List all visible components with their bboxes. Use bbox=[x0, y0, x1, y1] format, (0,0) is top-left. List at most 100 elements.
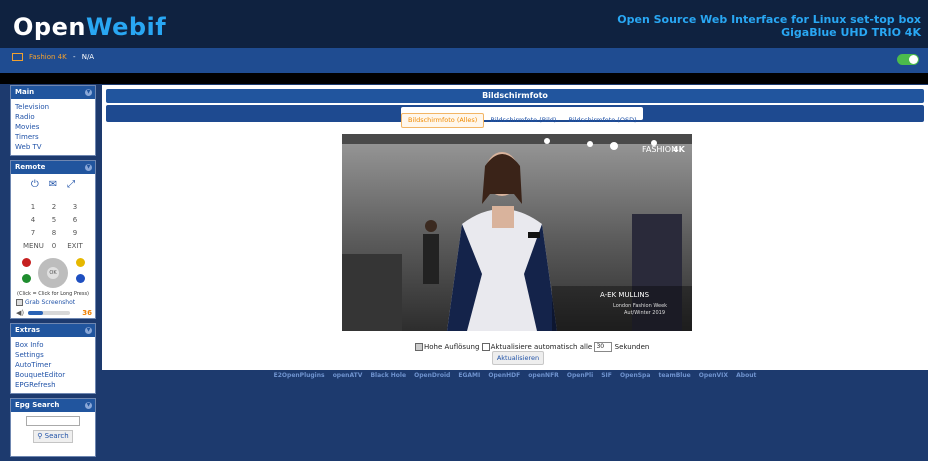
sidebar-item-settings[interactable]: Settings bbox=[15, 350, 91, 360]
key-4[interactable]: 4 bbox=[23, 215, 43, 226]
caption-season: Aut/Winter 2019 bbox=[624, 310, 665, 316]
remote-panel-title: Remote bbox=[15, 163, 46, 171]
stage-light bbox=[544, 138, 550, 144]
key-5[interactable]: 5 bbox=[44, 215, 64, 226]
tab-bar: Bildschirmfoto (Alles) Bildschirmfoto (Bi… bbox=[106, 105, 924, 128]
high-res-checkbox[interactable] bbox=[415, 343, 423, 351]
key-2[interactable]: 2 bbox=[44, 202, 64, 213]
volume-fill bbox=[28, 311, 44, 315]
key-8[interactable]: 8 bbox=[44, 228, 64, 239]
footer-link-blackhole[interactable]: Black Hole bbox=[370, 372, 406, 379]
refresh-button[interactable]: Aktualisieren bbox=[492, 351, 544, 365]
auto-refresh-label: Aktualisiere automatisch alle bbox=[490, 343, 593, 351]
theme-toggle[interactable] bbox=[897, 54, 919, 65]
header-info: Open Source Web Interface for Linux set-… bbox=[617, 13, 921, 39]
sidebar-item-epgrefresh[interactable]: EPGRefresh bbox=[15, 380, 91, 390]
top-header: OpenWebif Open Source Web Interface for … bbox=[0, 0, 928, 48]
header-tagline: Open Source Web Interface for Linux set-… bbox=[617, 13, 921, 26]
remote-top-icons: ⏻ ✉ ⤢ bbox=[15, 179, 91, 190]
blue-button[interactable] bbox=[76, 274, 85, 283]
footer-link-e2openplugins[interactable]: E2OpenPlugins bbox=[274, 372, 325, 379]
key-3[interactable]: 3 bbox=[65, 202, 85, 213]
grab-screenshot-option[interactable]: Grab Screenshot bbox=[16, 299, 75, 306]
sidebar-item-television[interactable]: Television bbox=[15, 102, 91, 112]
sidebar-item-movies[interactable]: Movies bbox=[15, 122, 91, 132]
footer-link-teamblue[interactable]: teamBlue bbox=[658, 372, 690, 379]
high-res-label: Hohe Auflösung bbox=[424, 343, 480, 351]
epg-search-button[interactable]: ⚲ Search bbox=[33, 430, 73, 443]
footer-link-openspa[interactable]: OpenSpa bbox=[620, 372, 650, 379]
refresh-interval-input[interactable]: 30 bbox=[594, 342, 613, 352]
stage-light bbox=[610, 142, 618, 150]
sidebar-item-bouqueteditor[interactable]: BouquetEditor bbox=[15, 370, 91, 380]
dpad[interactable]: OK bbox=[38, 258, 68, 288]
footer-link-sif[interactable]: SIF bbox=[601, 372, 612, 379]
remote-hint: (Click = Click for Long Press) bbox=[17, 291, 89, 297]
epg-search-input[interactable] bbox=[26, 416, 80, 426]
main-panel-title: Main bbox=[15, 88, 35, 96]
extras-panel-header[interactable]: Extras ▼ bbox=[11, 324, 95, 337]
green-button[interactable] bbox=[22, 274, 31, 283]
model-neck bbox=[492, 206, 514, 228]
footer-link-about[interactable]: About bbox=[736, 372, 756, 379]
channel-logo-4k: 4K bbox=[673, 145, 686, 154]
key-7[interactable]: 7 bbox=[23, 228, 43, 239]
epg-search-form: ⚲ Search bbox=[11, 412, 95, 456]
footer-link-opennfr[interactable]: openNFR bbox=[528, 372, 559, 379]
key-menu[interactable]: MENU bbox=[23, 241, 44, 252]
footer-link-opendroid[interactable]: OpenDroid bbox=[414, 372, 450, 379]
background-model-head bbox=[425, 220, 437, 232]
power-icon[interactable]: ⏻ bbox=[31, 179, 39, 190]
epg-panel-title: Epg Search bbox=[15, 401, 60, 409]
key-6[interactable]: 6 bbox=[65, 215, 85, 226]
tab-screenshot-osd[interactable]: Bildschirmfoto (OSD) bbox=[562, 114, 642, 127]
channel-name[interactable]: Fashion 4K bbox=[29, 53, 67, 61]
red-button[interactable] bbox=[22, 258, 31, 267]
remote-panel-header[interactable]: Remote ▼ bbox=[11, 161, 95, 174]
key-1[interactable]: 1 bbox=[23, 202, 43, 213]
sidebar-item-timers[interactable]: Timers bbox=[15, 132, 91, 142]
sidebar-item-webtv[interactable]: Web TV bbox=[15, 142, 91, 152]
fullscreen-icon[interactable]: ⤢ bbox=[67, 179, 75, 190]
extras-panel: Extras ▼ Box Info Settings AutoTimer Bou… bbox=[10, 323, 96, 394]
auto-refresh-checkbox[interactable] bbox=[481, 343, 490, 351]
sidebar-item-autotimer[interactable]: AutoTimer bbox=[15, 360, 91, 370]
yellow-button[interactable] bbox=[76, 258, 85, 267]
key-9[interactable]: 9 bbox=[65, 228, 85, 239]
volume-value: 36 bbox=[82, 309, 92, 317]
footer-link-openpli[interactable]: OpenPli bbox=[567, 372, 593, 379]
header-divider bbox=[0, 73, 928, 84]
chevron-down-icon[interactable]: ▼ bbox=[85, 164, 92, 171]
epg-panel: Epg Search ▼ ⚲ Search bbox=[10, 398, 96, 457]
chevron-down-icon[interactable]: ▼ bbox=[85, 402, 92, 409]
sidebar-item-radio[interactable]: Radio bbox=[15, 112, 91, 122]
tab-screenshot-all[interactable]: Bildschirmfoto (Alles) bbox=[401, 113, 485, 128]
footer-link-openvix[interactable]: OpenVIX bbox=[699, 372, 728, 379]
chevron-down-icon[interactable]: ▼ bbox=[85, 327, 92, 334]
openwebif-logo[interactable]: OpenWebif bbox=[13, 13, 166, 41]
chevron-down-icon[interactable]: ▼ bbox=[85, 89, 92, 96]
key-0[interactable]: 0 bbox=[44, 241, 64, 252]
sidebar-item-boxinfo[interactable]: Box Info bbox=[15, 340, 91, 350]
grab-checkbox[interactable] bbox=[16, 299, 23, 306]
background-model bbox=[423, 234, 439, 284]
footer-link-openhdf[interactable]: OpenHDF bbox=[488, 372, 520, 379]
jacket-logo-patch bbox=[528, 232, 540, 238]
footer-link-egami[interactable]: EGAMI bbox=[458, 372, 480, 379]
message-icon[interactable]: ✉ bbox=[49, 179, 57, 190]
footer-link-openatv[interactable]: openATV bbox=[333, 372, 363, 379]
volume-slider[interactable] bbox=[28, 311, 70, 315]
epg-panel-header[interactable]: Epg Search ▼ bbox=[11, 399, 95, 412]
main-panel-header[interactable]: Main ▼ bbox=[11, 86, 95, 99]
header-device: GigaBlue UHD TRIO 4K bbox=[781, 26, 921, 39]
ok-button[interactable]: OK bbox=[47, 267, 59, 279]
extras-links: Box Info Settings AutoTimer BouquetEdito… bbox=[11, 337, 95, 393]
tab-screenshot-picture[interactable]: Bildschirmfoto (Bild) bbox=[484, 114, 562, 127]
current-channel-bar: Fashion 4K - N/A bbox=[0, 48, 928, 73]
audience-silhouette bbox=[342, 254, 402, 331]
volume-control: ◀) 36 bbox=[16, 309, 92, 317]
key-exit[interactable]: EXIT bbox=[65, 241, 85, 252]
main-links: Television Radio Movies Timers Web TV bbox=[11, 99, 95, 155]
epg-search-label: Search bbox=[44, 432, 69, 440]
speaker-icon[interactable]: ◀) bbox=[16, 309, 24, 317]
